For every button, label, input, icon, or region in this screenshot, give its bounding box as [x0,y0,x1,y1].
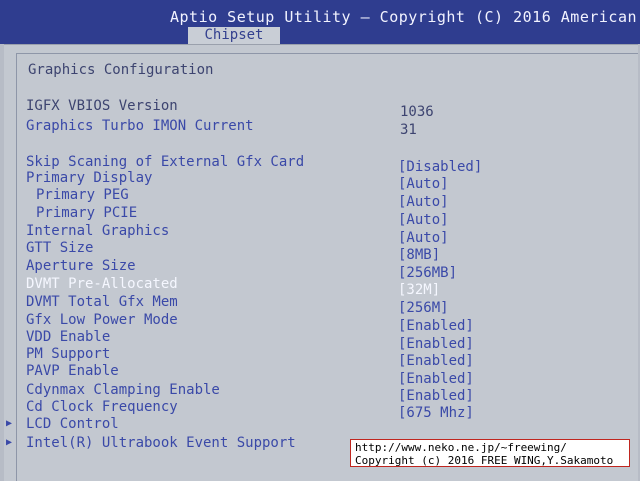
setting-dvmt-preallocated-label[interactable]: DVMT Pre-Allocated [26,276,178,292]
setting-primary-pcie-value[interactable]: [Auto] [398,212,449,228]
setting-cd-clock-value[interactable]: [675 Mhz] [398,405,474,421]
setting-gtt-size-value[interactable]: [8MB] [398,247,440,263]
info-label-vbios: IGFX VBIOS Version [26,98,178,114]
setting-gfx-low-power-label[interactable]: Gfx Low Power Mode [26,312,178,328]
submenu-ultrabook-event[interactable]: Intel(R) Ultrabook Event Support [26,435,296,451]
setting-internal-graphics-value[interactable]: [Auto] [398,230,449,246]
setting-gfx-low-power-value[interactable]: [Enabled] [398,318,474,334]
setting-dvmt-total-value[interactable]: [256M] [398,300,449,316]
submenu-arrow-icon: ▶ [6,437,13,448]
setting-primary-display-label[interactable]: Primary Display [26,170,152,186]
setting-cdynmax-label[interactable]: Cdynmax Clamping Enable [26,382,220,398]
copyright-watermark: http://www.neko.ne.jp/~freewing/ Copyrig… [350,439,630,467]
submenu-arrow-icon: ▶ [6,418,13,429]
setting-internal-graphics-label[interactable]: Internal Graphics [26,223,169,239]
setting-vdd-enable-value[interactable]: [Enabled] [398,336,474,352]
info-label-turbo-imon: Graphics Turbo IMON Current [26,118,254,134]
setting-skip-scan-value[interactable]: [Disabled] [398,159,482,175]
setting-primary-display-value[interactable]: [Auto] [398,176,449,192]
setting-dvmt-total-label[interactable]: DVMT Total Gfx Mem [26,294,178,310]
setting-pm-support-value[interactable]: [Enabled] [398,353,474,369]
setting-dvmt-preallocated-value[interactable]: [32M] [398,282,440,298]
setting-aperture-size-label[interactable]: Aperture Size [26,258,136,274]
setting-cd-clock-label[interactable]: Cd Clock Frequency [26,399,178,415]
setting-primary-pcie-label[interactable]: Primary PCIE [36,205,137,221]
watermark-copyright: Copyright (c) 2016 FREE WING,Y.Sakamoto [355,454,614,467]
setting-pm-support-label[interactable]: PM Support [26,346,110,362]
setting-primary-peg-value[interactable]: [Auto] [398,194,449,210]
setting-aperture-size-value[interactable]: [256MB] [398,265,457,281]
setting-gtt-size-label[interactable]: GTT Size [26,240,93,256]
setting-cdynmax-value[interactable]: [Enabled] [398,388,474,404]
setting-vdd-enable-label[interactable]: VDD Enable [26,329,110,345]
info-value-vbios: 1036 [400,104,434,120]
submenu-lcd-control[interactable]: LCD Control [26,416,119,432]
title-bar: Aptio Setup Utility – Copyright (C) 2016… [0,0,640,44]
setting-pavp-enable-value[interactable]: [Enabled] [398,371,474,387]
setting-pavp-enable-label[interactable]: PAVP Enable [26,363,119,379]
info-value-turbo-imon: 31 [400,122,417,138]
app-title: Aptio Setup Utility – Copyright (C) 2016… [170,8,638,26]
tab-chipset[interactable]: Chipset [188,27,280,44]
watermark-url: http://www.neko.ne.jp/~freewing/ [355,441,567,454]
setting-primary-peg-label[interactable]: Primary PEG [36,187,129,203]
setting-skip-scan-label[interactable]: Skip Scaning of External Gfx Card [26,154,304,170]
section-title: Graphics Configuration [28,62,214,78]
